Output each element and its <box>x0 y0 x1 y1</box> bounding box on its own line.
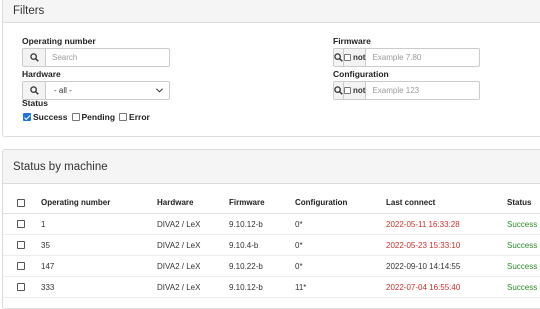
cell-last-connect: 2022-05-23 15:33:10 <box>386 234 507 256</box>
row-select-cell <box>3 255 41 277</box>
pending-checkbox[interactable] <box>71 113 80 121</box>
cell-firmware: 9.10.22-b <box>229 255 295 277</box>
pending-label: Pending <box>81 112 116 122</box>
cell-firmware: 9.10.12-b <box>229 276 295 298</box>
cell-configuration: 0* <box>295 255 386 277</box>
hardware-select-value: - all - <box>54 86 72 95</box>
status-option-success[interactable]: Success <box>23 112 68 122</box>
cell-operating-number: 147 <box>41 255 157 277</box>
cell-status: Success <box>507 276 540 298</box>
status-options: Success Pending Error <box>23 112 152 122</box>
cell-status: Success <box>507 213 540 235</box>
hardware-select[interactable]: - all - <box>46 82 169 99</box>
firmware-input[interactable] <box>366 49 489 66</box>
select-all-checkbox[interactable] <box>17 198 25 207</box>
firmware-label: Firmware <box>333 36 371 46</box>
cell-last-connect: 2022-07-04 16:55:40 <box>386 276 507 298</box>
machine-table: Operating number Hardware Firmware Confi… <box>3 192 540 298</box>
firmware-group: not <box>333 48 489 67</box>
cell-hardware: DIVA2 / LeX <box>157 255 229 277</box>
firmware-not-toggle[interactable]: not <box>344 49 367 66</box>
operating-number-search-input[interactable] <box>46 49 169 66</box>
cell-hardware: DIVA2 / LeX <box>157 234 229 256</box>
cell-operating-number: 333 <box>41 276 157 298</box>
column-last-connect[interactable]: Last connect <box>386 192 507 214</box>
row-select-cell <box>3 213 41 235</box>
column-operating-number[interactable]: Operating number <box>41 192 157 214</box>
table-row[interactable]: 35 DIVA2 / LeX 9.10.4-b 0* 2022-05-23 15… <box>3 234 540 256</box>
cell-operating-number: 35 <box>41 234 157 256</box>
table-row[interactable]: 333 DIVA2 / LeX 9.10.12-b 11* 2022-07-04… <box>3 276 540 298</box>
configuration-label: Configuration <box>333 69 389 79</box>
column-firmware[interactable]: Firmware <box>229 192 295 214</box>
configuration-not-label: not <box>353 86 366 95</box>
status-label: Status <box>22 98 48 108</box>
cell-configuration: 11* <box>295 276 386 298</box>
status-option-pending[interactable]: Pending <box>71 112 116 122</box>
filters-title: Filters <box>3 0 540 23</box>
filters-panel: Filters Operating number Hardware - all … <box>2 0 540 137</box>
row-checkbox[interactable] <box>17 220 25 229</box>
row-select-cell <box>3 276 41 298</box>
operating-number-group <box>22 48 170 67</box>
cell-operating-number: 1 <box>41 213 157 235</box>
configuration-input[interactable] <box>366 82 489 99</box>
cell-status: Success <box>507 255 540 277</box>
firmware-not-label: not <box>353 53 366 62</box>
search-icon[interactable] <box>334 82 344 99</box>
cell-status: Success <box>507 234 540 256</box>
cell-firmware: 9.10.4-b <box>229 234 295 256</box>
row-checkbox[interactable] <box>17 241 25 250</box>
cell-firmware: 9.10.12-b <box>229 213 295 235</box>
cell-configuration: 0* <box>295 213 386 235</box>
cell-configuration: 0* <box>295 234 386 256</box>
status-by-machine-title: Status by machine <box>3 150 540 184</box>
cell-hardware: DIVA2 / LeX <box>157 213 229 235</box>
column-hardware[interactable]: Hardware <box>157 192 229 214</box>
configuration-not-toggle[interactable]: not <box>344 82 367 99</box>
error-checkbox[interactable] <box>119 113 128 121</box>
status-option-error[interactable]: Error <box>119 112 150 122</box>
chevron-down-icon <box>156 88 163 93</box>
row-checkbox[interactable] <box>17 262 25 271</box>
cell-last-connect: 2022-05-11 16:33:28 <box>386 213 507 235</box>
success-checkbox[interactable] <box>23 113 31 121</box>
row-checkbox[interactable] <box>17 283 25 292</box>
success-label: Success <box>33 112 68 122</box>
configuration-not-checkbox[interactable] <box>344 87 351 94</box>
configuration-group: not <box>333 81 489 100</box>
search-icon[interactable] <box>23 49 46 66</box>
search-icon[interactable] <box>23 82 46 99</box>
column-configuration[interactable]: Configuration <box>295 192 386 214</box>
row-select-cell <box>3 234 41 256</box>
error-label: Error <box>129 112 150 122</box>
table-header-row: Operating number Hardware Firmware Confi… <box>3 192 540 214</box>
column-status[interactable]: Status <box>507 192 540 214</box>
cell-hardware: DIVA2 / LeX <box>157 276 229 298</box>
table-row[interactable]: 147 DIVA2 / LeX 9.10.22-b 0* 2022-09-10 … <box>3 255 540 277</box>
operating-number-label: Operating number <box>22 36 96 46</box>
select-all-cell <box>3 192 41 214</box>
cell-last-connect: 2022-09-10 14:14:55 <box>386 255 507 277</box>
hardware-label: Hardware <box>22 69 61 79</box>
search-icon[interactable] <box>334 49 344 66</box>
status-by-machine-panel: Status by machine Operating number Hardw… <box>2 149 540 309</box>
firmware-not-checkbox[interactable] <box>344 54 351 61</box>
table-row[interactable]: 1 DIVA2 / LeX 9.10.12-b 0* 2022-05-11 16… <box>3 213 540 235</box>
